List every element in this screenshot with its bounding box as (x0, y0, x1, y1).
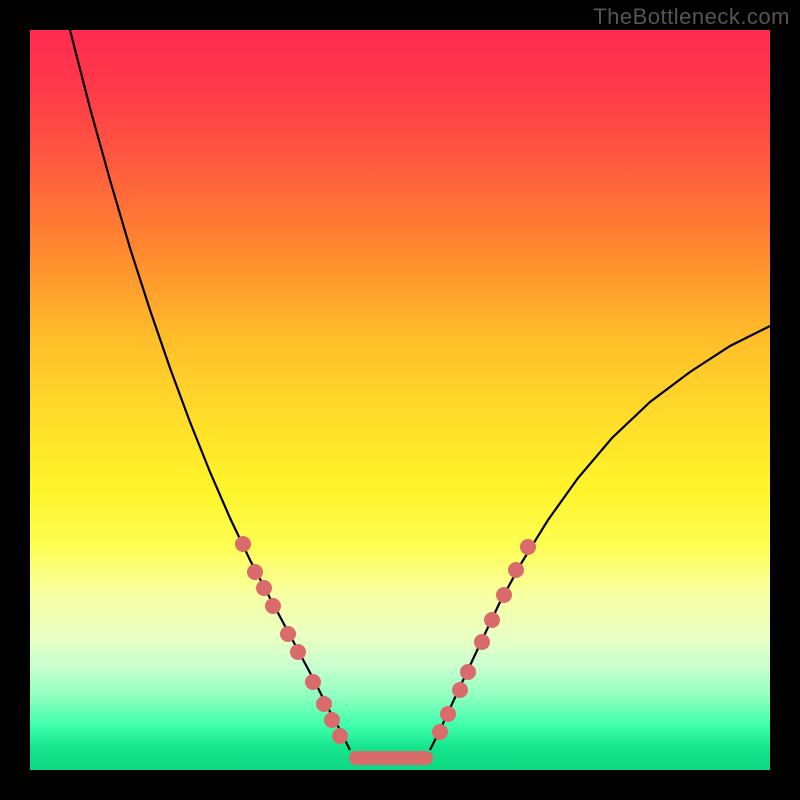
marker-dot (440, 706, 456, 722)
marker-dot (256, 580, 272, 596)
marker-dot (460, 664, 476, 680)
marker-dot (484, 612, 500, 628)
marker-dot (508, 562, 524, 578)
watermark-text: TheBottleneck.com (593, 4, 790, 30)
marker-dot (474, 634, 490, 650)
chart-frame: TheBottleneck.com (0, 0, 800, 800)
marker-dot (235, 536, 251, 552)
marker-dot (247, 564, 263, 580)
curve-left-branch (70, 30, 350, 750)
marker-dot (316, 696, 332, 712)
marker-dots-left (235, 536, 348, 744)
marker-dot (496, 587, 512, 603)
marker-dots-right (432, 539, 536, 740)
marker-dot (452, 682, 468, 698)
plot-area (30, 30, 770, 770)
marker-dot (280, 626, 296, 642)
marker-dot (520, 539, 536, 555)
curve-right-branch (430, 326, 770, 750)
marker-dot (332, 728, 348, 744)
marker-dot (305, 674, 321, 690)
marker-dot (432, 724, 448, 740)
marker-dot (324, 712, 340, 728)
curve-svg (30, 30, 770, 770)
marker-dot (290, 644, 306, 660)
marker-dot (265, 598, 281, 614)
